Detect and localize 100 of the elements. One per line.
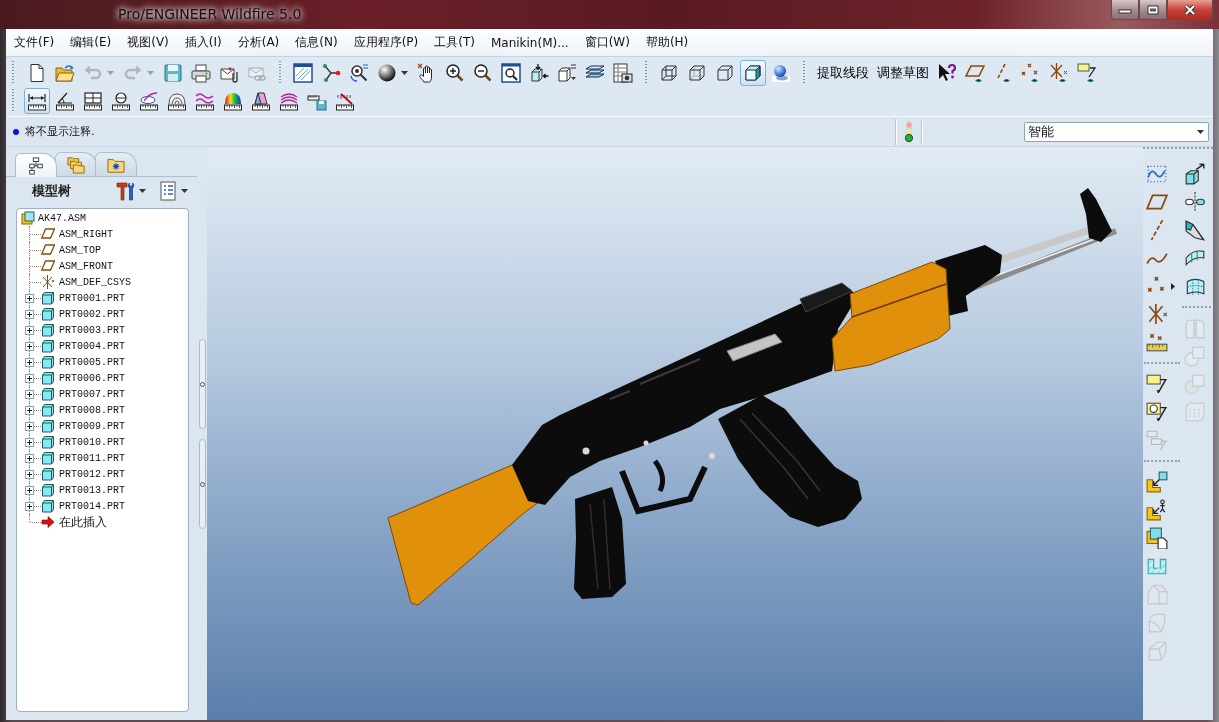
expand-toggle[interactable]	[25, 357, 34, 367]
distance-measure-icon	[27, 91, 47, 111]
delete-measure-icon	[335, 91, 355, 111]
expand-toggle[interactable]	[25, 421, 34, 431]
datum-plane-icon	[41, 243, 55, 257]
whats-this-icon	[937, 63, 957, 83]
sphere-on-plane-icon	[771, 63, 791, 83]
connected-dots-icon	[321, 63, 341, 83]
maximize-button[interactable]	[1139, 0, 1167, 20]
tree-item[interactable]: PRT0004.PRT	[59, 340, 125, 352]
part-icon	[41, 307, 55, 321]
expand-toggle[interactable]	[25, 309, 34, 319]
expand-toggle[interactable]	[25, 325, 34, 335]
expand-toggle[interactable]	[25, 341, 34, 351]
tree-item[interactable]: 在此插入	[59, 513, 107, 531]
selection-filter-dropdown[interactable]: 智能	[1024, 121, 1209, 142]
part-icon	[41, 451, 55, 465]
annotation-display-icon	[1077, 63, 1097, 83]
menu-item[interactable]: 帮助(H)	[637, 34, 697, 51]
tree-item[interactable]: PRT0014.PRT	[59, 500, 125, 512]
menu-item[interactable]: 编辑(E)	[62, 34, 120, 51]
tree-item[interactable]: PRT0008.PRT	[59, 404, 125, 416]
part-icon	[41, 387, 55, 401]
note-icon	[1146, 373, 1168, 395]
shading-button[interactable]	[740, 60, 766, 86]
tree-item[interactable]: PRT0005.PRT	[59, 356, 125, 368]
wireframe-cube-icon	[659, 63, 679, 83]
section-curves-icon	[279, 91, 299, 111]
tree-tools-button[interactable]	[113, 179, 149, 203]
repaint-button[interactable]	[290, 60, 316, 86]
round-edge-icon	[1146, 611, 1168, 633]
distance-measure-button[interactable]	[24, 88, 50, 114]
point-display-icon	[1021, 63, 1041, 83]
favorites-tab[interactable]	[95, 152, 137, 176]
minimize-button[interactable]	[1111, 0, 1139, 20]
menu-item[interactable]: 视图(V)	[119, 34, 177, 51]
tree-item[interactable]: ASM_RIGHT	[59, 228, 113, 240]
note-gear-icon	[1146, 401, 1168, 423]
zoom-out-icon	[473, 63, 493, 83]
part-icon	[41, 339, 55, 353]
expand-toggle[interactable]	[25, 293, 34, 303]
tree-item[interactable]: PRT0009.PRT	[59, 420, 125, 432]
traffic-light-icon	[904, 120, 914, 143]
contour-surface-icon	[167, 91, 187, 111]
tree-item[interactable]: PRT0011.PRT	[59, 452, 125, 464]
menu-item[interactable]: 信息(N)	[287, 34, 346, 51]
expand-toggle[interactable]	[25, 469, 34, 479]
menu-item[interactable]: 工具(T)	[426, 34, 483, 51]
part-icon	[41, 419, 55, 433]
menu-item[interactable]: 插入(I)	[176, 34, 230, 51]
curve-analysis-icon	[139, 91, 159, 111]
mirror-icon	[1184, 317, 1206, 339]
close-icon	[1183, 4, 1197, 15]
tree-item[interactable]: PRT0010.PRT	[59, 436, 125, 448]
pattern-icon	[1184, 401, 1206, 423]
tree-item[interactable]: PRT0012.PRT	[59, 468, 125, 480]
refit-button[interactable]	[498, 60, 524, 86]
caret-icon	[139, 189, 146, 193]
tree-item[interactable]: PRT0013.PRT	[59, 484, 125, 496]
tree-item[interactable]: PRT0007.PRT	[59, 388, 125, 400]
adjust-sketch-button[interactable]: 调整草图	[873, 60, 933, 86]
tree-item[interactable]: AK47.ASM	[38, 212, 86, 224]
chamfer-block-icon	[1146, 583, 1168, 605]
cube-arrows-icon	[529, 63, 549, 83]
create-component-button[interactable]	[1144, 525, 1170, 551]
tree-item[interactable]: PRT0001.PRT	[59, 292, 125, 304]
expand-toggle[interactable]	[25, 453, 34, 463]
sash-handle[interactable]	[198, 439, 206, 529]
menu-item[interactable]: 分析(A)	[229, 34, 288, 51]
expand-toggle[interactable]	[25, 437, 34, 447]
assemble-cube-icon	[1146, 471, 1168, 493]
tree-item[interactable]: PRT0002.PRT	[59, 308, 125, 320]
coordinate-system-icon	[41, 275, 55, 289]
tree-item[interactable]: ASM_FRONT	[59, 260, 113, 272]
close-button[interactable]	[1167, 0, 1213, 20]
tree-item[interactable]: ASM_DEF_CSYS	[59, 276, 131, 288]
model-tree-tab[interactable]	[15, 153, 57, 177]
area-measure-icon	[83, 91, 103, 111]
expand-toggle[interactable]	[25, 373, 34, 383]
expand-toggle[interactable]	[25, 501, 34, 511]
menu-item[interactable]: Manikin(M)...	[482, 35, 577, 50]
expand-toggle[interactable]	[25, 405, 34, 415]
menu-item[interactable]: 文件(F)	[6, 34, 63, 51]
coordinate-system-icon	[1146, 303, 1168, 325]
view-manager-button[interactable]	[610, 60, 636, 86]
tree-item[interactable]: PRT0003.PRT	[59, 324, 125, 336]
expand-toggle[interactable]	[25, 389, 34, 399]
menu-item[interactable]: 窗口(W)	[576, 34, 638, 51]
folder-browser-tab[interactable]	[55, 152, 97, 176]
assemble-button[interactable]	[1144, 469, 1170, 495]
menu-item[interactable]: 应用程序(P)	[345, 34, 427, 51]
plane-display-icon	[965, 63, 985, 83]
printer-icon	[191, 63, 211, 83]
extract-segments-button[interactable]: 提取线段	[813, 60, 873, 86]
tree-item[interactable]: ASM_TOP	[59, 244, 101, 256]
datum-plane-icon	[41, 259, 55, 273]
tree-item[interactable]: PRT0006.PRT	[59, 372, 125, 384]
sash-handle[interactable]	[198, 339, 206, 429]
expand-toggle[interactable]	[25, 485, 34, 495]
diameter-measure-icon	[111, 91, 131, 111]
